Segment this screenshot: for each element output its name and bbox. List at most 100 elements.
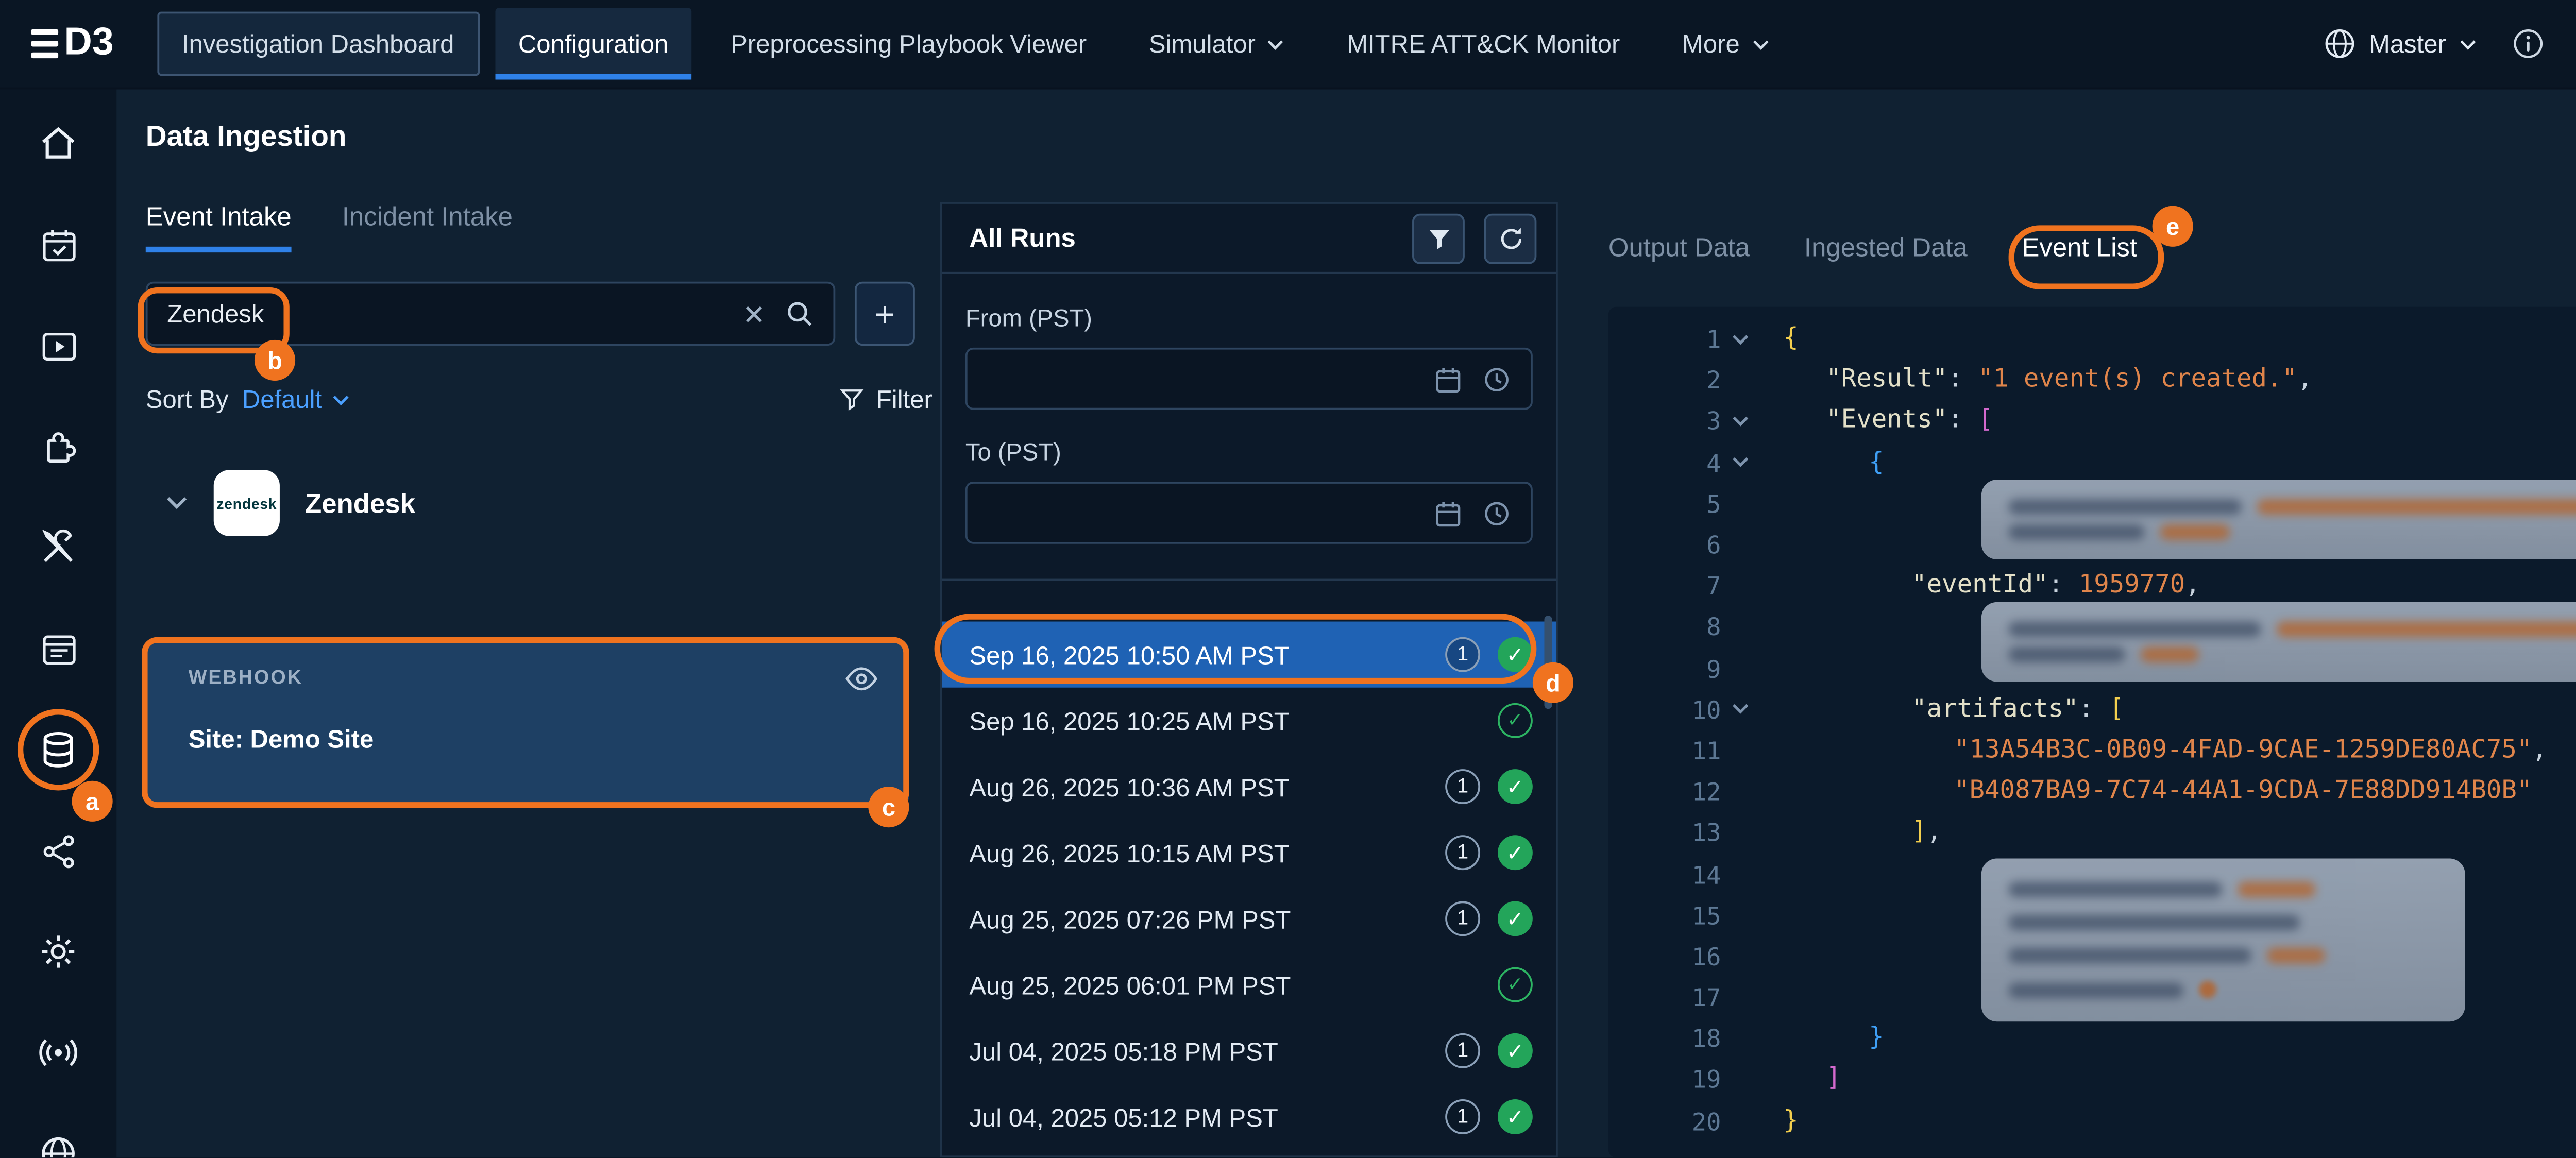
- run-row[interactable]: Sep 16, 2025 10:25 AM PST✓: [942, 688, 1556, 754]
- line-number: 16: [1608, 942, 1721, 971]
- settings-gear-icon[interactable]: [0, 901, 116, 1002]
- run-row[interactable]: Aug 26, 2025 10:15 AM PST1✓: [942, 820, 1556, 885]
- nav-label: Configuration: [518, 29, 669, 59]
- fold-chevron-icon[interactable]: [1721, 331, 1760, 347]
- add-source-button[interactable]: +: [855, 282, 915, 346]
- code-line: 2"Result": "1 event(s) created.",: [1608, 360, 2576, 401]
- d3-logo[interactable]: D3: [31, 21, 114, 66]
- fold-chevron-icon[interactable]: [1721, 414, 1760, 429]
- runs-filter-button[interactable]: [1412, 213, 1465, 263]
- run-count-badge: 1: [1445, 1033, 1480, 1068]
- line-number: 18: [1608, 1024, 1721, 1053]
- success-check-icon: ✓: [1498, 637, 1533, 672]
- redacted-block: [1981, 602, 2576, 682]
- card-type-label: WEBHOOK: [189, 668, 303, 689]
- run-timestamp: Aug 25, 2025 07:26 PM PST: [969, 904, 1428, 933]
- live-broadcast-icon[interactable]: [0, 1002, 116, 1103]
- from-date-input[interactable]: [965, 348, 1533, 410]
- tab-ingested-data[interactable]: Ingested Data: [1804, 233, 1968, 262]
- eye-icon[interactable]: [845, 666, 878, 691]
- run-row[interactable]: Aug 26, 2025 10:36 AM PST1✓: [942, 754, 1556, 820]
- success-check-icon: ✓: [1498, 1099, 1533, 1134]
- code-line: 12"B4087BA9-7C74-44A1-9CDA-7E88DD914B0B": [1608, 771, 2576, 812]
- code-line: 20}: [1608, 1100, 2576, 1142]
- data-ingestion-icon[interactable]: [0, 699, 116, 800]
- line-number: 10: [1608, 695, 1721, 724]
- home-icon[interactable]: [0, 93, 116, 194]
- nav-label: Preprocessing Playbook Viewer: [731, 29, 1087, 59]
- environment-dropdown[interactable]: Master: [2323, 27, 2478, 60]
- run-count-badge: 1: [1445, 769, 1480, 804]
- code-line: 7"eventId": 1959770,: [1608, 566, 2576, 607]
- code-line: 10"artifacts": [: [1608, 689, 2576, 730]
- info-icon[interactable]: [2512, 27, 2545, 60]
- run-timestamp: Aug 25, 2025 06:01 PM PST: [969, 970, 1480, 999]
- from-label: From (PST): [965, 305, 1533, 332]
- intake-panel: Event Intake Incident Intake Zendesk ✕ +…: [146, 202, 940, 1157]
- fold-chevron-icon[interactable]: [1721, 455, 1760, 470]
- utilities-icon[interactable]: [0, 497, 116, 598]
- calendar-icon[interactable]: [1434, 498, 1463, 527]
- investigations-icon[interactable]: [0, 194, 116, 295]
- run-row[interactable]: Jul 04, 2025 05:12 PM PST1✓: [942, 1084, 1556, 1150]
- refresh-icon: [1497, 224, 1524, 251]
- nav-label: Investigation Dashboard: [182, 29, 454, 59]
- main-content: Data Ingestion Event Intake Incident Int…: [116, 89, 2576, 1157]
- top-navbar: D3 Investigation Dashboard Configuration…: [0, 0, 2576, 89]
- sort-dropdown[interactable]: Default: [242, 385, 349, 414]
- intake-tabs: Event Intake Incident Intake: [146, 202, 940, 252]
- run-row[interactable]: Aug 25, 2025 06:01 PM PST✓: [942, 951, 1556, 1017]
- integration-group-zendesk[interactable]: zendesk Zendesk: [146, 470, 940, 536]
- chevron-down-icon[interactable]: [165, 495, 188, 510]
- filter-button[interactable]: Filter: [839, 385, 940, 414]
- redacted-block: [1981, 859, 2465, 1022]
- clock-icon[interactable]: [1482, 498, 1512, 527]
- line-number: 8: [1608, 612, 1721, 642]
- code-text: "13A54B3C-0B09-4FAD-9CAE-1259DE80AC75",: [1760, 736, 2547, 765]
- run-row[interactable]: Jul 04, 2025 05:18 PM PST1✓: [942, 1018, 1556, 1084]
- nav-simulator[interactable]: Simulator: [1126, 13, 1308, 74]
- playbooks-icon[interactable]: [0, 295, 116, 396]
- run-timestamp: Jul 04, 2025 05:12 PM PST: [969, 1102, 1428, 1132]
- clock-icon[interactable]: [1482, 364, 1512, 394]
- nav-investigation-dashboard[interactable]: Investigation Dashboard: [157, 12, 480, 76]
- line-number: 14: [1608, 860, 1721, 889]
- nav-configuration[interactable]: Configuration: [495, 8, 692, 80]
- tab-event-intake[interactable]: Event Intake: [146, 202, 292, 252]
- nav-mitre-attck-monitor[interactable]: MITRE ATT&CK Monitor: [1324, 13, 1643, 74]
- line-number: 3: [1608, 407, 1721, 436]
- globe-bottom-icon[interactable]: [0, 1103, 116, 1158]
- runs-list: Sep 16, 2025 10:50 AM PST1✓Sep 16, 2025 …: [942, 581, 1556, 1150]
- calendar-icon[interactable]: [1434, 364, 1463, 394]
- nav-more[interactable]: More: [1659, 13, 1792, 74]
- webhook-card-demo-site[interactable]: WEBHOOK Site: Demo Site: [146, 639, 909, 808]
- run-row[interactable]: Aug 25, 2025 07:26 PM PST1✓: [942, 885, 1556, 951]
- tab-incident-intake[interactable]: Incident Intake: [342, 202, 513, 252]
- run-row[interactable]: Sep 16, 2025 10:50 AM PST1✓: [942, 622, 1556, 688]
- app-root: D3 Investigation Dashboard Configuration…: [0, 0, 2576, 1157]
- fold-chevron-icon[interactable]: [1721, 702, 1760, 717]
- clear-search-icon[interactable]: ✕: [742, 300, 765, 328]
- line-number: 2: [1608, 366, 1721, 395]
- nav-preprocessing-playbook-viewer[interactable]: Preprocessing Playbook Viewer: [707, 13, 1110, 74]
- integrations-icon[interactable]: [0, 396, 116, 497]
- code-text: "Events": [: [1760, 407, 1993, 436]
- tab-event-list[interactable]: Event List: [2022, 233, 2137, 262]
- tab-label: Event List: [2022, 233, 2137, 262]
- tab-output-data[interactable]: Output Data: [1608, 233, 1750, 262]
- runs-scrollbar[interactable]: [1544, 616, 1552, 709]
- code-line: 3 "Events": [: [1608, 401, 2576, 442]
- json-viewer[interactable]: 1{2"Result": "1 event(s) created.",3"Eve…: [1608, 307, 2576, 1157]
- run-count-badge: 1: [1445, 835, 1480, 870]
- search-input[interactable]: Zendesk ✕: [146, 282, 835, 346]
- connections-icon[interactable]: [0, 800, 116, 901]
- runs-refresh-button[interactable]: [1484, 213, 1537, 263]
- tab-label: Output Data: [1608, 233, 1750, 262]
- search-icon[interactable]: [785, 299, 814, 329]
- code-text: }: [1760, 1106, 1799, 1136]
- event-board-icon[interactable]: [0, 598, 116, 699]
- environment-label: Master: [2369, 29, 2446, 59]
- to-date-input[interactable]: [965, 482, 1533, 544]
- line-number: 15: [1608, 900, 1721, 930]
- code-line: 18}: [1608, 1018, 2576, 1059]
